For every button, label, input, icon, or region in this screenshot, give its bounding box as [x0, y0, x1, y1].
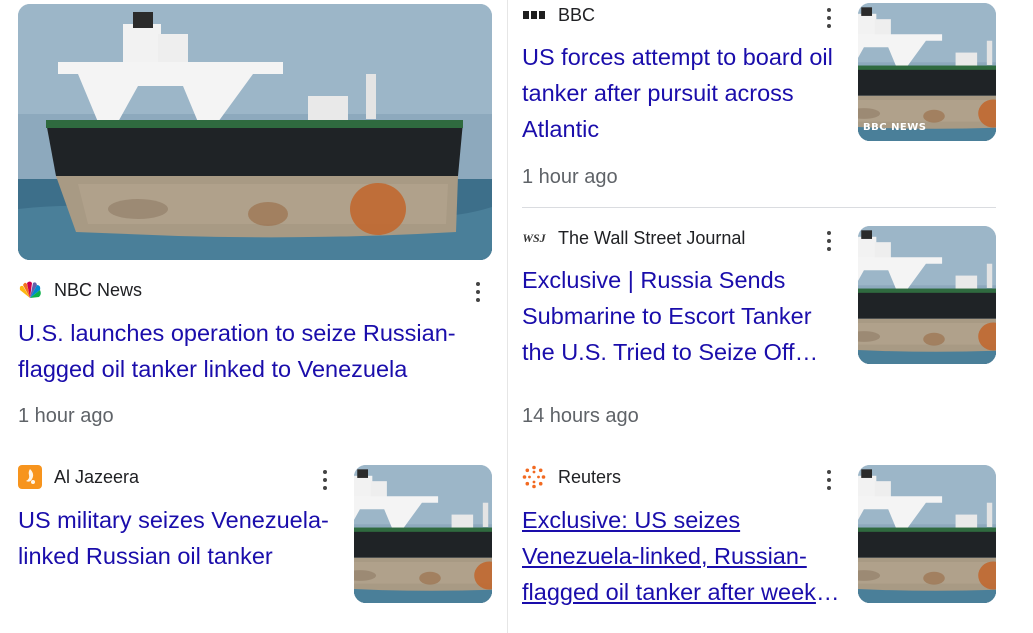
- headline-link[interactable]: Exclusive | Russia Sends Submarine to Es…: [522, 262, 842, 370]
- more-options-icon[interactable]: [819, 466, 839, 494]
- more-options-icon[interactable]: [819, 227, 839, 255]
- article-thumbnail[interactable]: [858, 226, 996, 364]
- source-row[interactable]: NBC News: [18, 278, 142, 302]
- more-options-icon[interactable]: [468, 278, 488, 306]
- article-thumbnail[interactable]: BBC NEWS: [858, 3, 996, 141]
- article-image[interactable]: [18, 4, 492, 260]
- nbc-peacock-icon: [18, 278, 42, 302]
- headline-link[interactable]: US military seizes Venezuela-linked Russ…: [18, 502, 343, 574]
- wsj-icon: WSJ: [522, 230, 546, 245]
- reuters-icon: [522, 465, 546, 489]
- source-name: The Wall Street Journal: [558, 227, 746, 248]
- timestamp: 1 hour ago: [18, 405, 114, 427]
- headline-link[interactable]: Exclusive: US seizes Venezuela-linked, R…: [522, 502, 842, 610]
- news-card-bbc[interactable]: BBC US forces attempt to board oil tanke…: [507, 0, 1033, 207]
- timestamp: 14 hours ago: [522, 405, 639, 427]
- source-name: BBC: [558, 4, 596, 25]
- source-row[interactable]: WSJ The Wall Street Journal: [522, 226, 745, 250]
- headline-link[interactable]: U.S. launches operation to seize Russian…: [18, 315, 488, 387]
- article-thumbnail[interactable]: [858, 465, 996, 603]
- source-name: Al Jazeera: [54, 466, 140, 487]
- bbc-news-watermark: BBC NEWS: [863, 122, 927, 133]
- more-options-icon[interactable]: [315, 466, 335, 494]
- bbc-blocks-icon: [522, 3, 546, 27]
- news-card-nbc[interactable]: NBC News U.S. launches operation to seiz…: [0, 0, 507, 450]
- article-thumbnail[interactable]: [354, 465, 492, 603]
- al-jazeera-icon: [18, 465, 42, 489]
- source-name: NBC News: [54, 279, 143, 300]
- headline-link[interactable]: US forces attempt to board oil tanker af…: [522, 39, 847, 147]
- source-row[interactable]: Reuters: [522, 465, 621, 489]
- source-name: Reuters: [558, 466, 622, 487]
- source-row[interactable]: BBC: [522, 3, 595, 27]
- news-card-wsj[interactable]: WSJ The Wall Street Journal Exclusive | …: [507, 208, 1033, 450]
- news-card-reuters[interactable]: Reuters Exclusive: US seizes Venezuela-l…: [507, 450, 1033, 633]
- timestamp: 1 hour ago: [522, 166, 618, 188]
- news-card-al-jazeera[interactable]: Al Jazeera US military seizes Venezuela-…: [0, 450, 507, 633]
- source-row[interactable]: Al Jazeera: [18, 465, 139, 489]
- more-options-icon[interactable]: [819, 4, 839, 32]
